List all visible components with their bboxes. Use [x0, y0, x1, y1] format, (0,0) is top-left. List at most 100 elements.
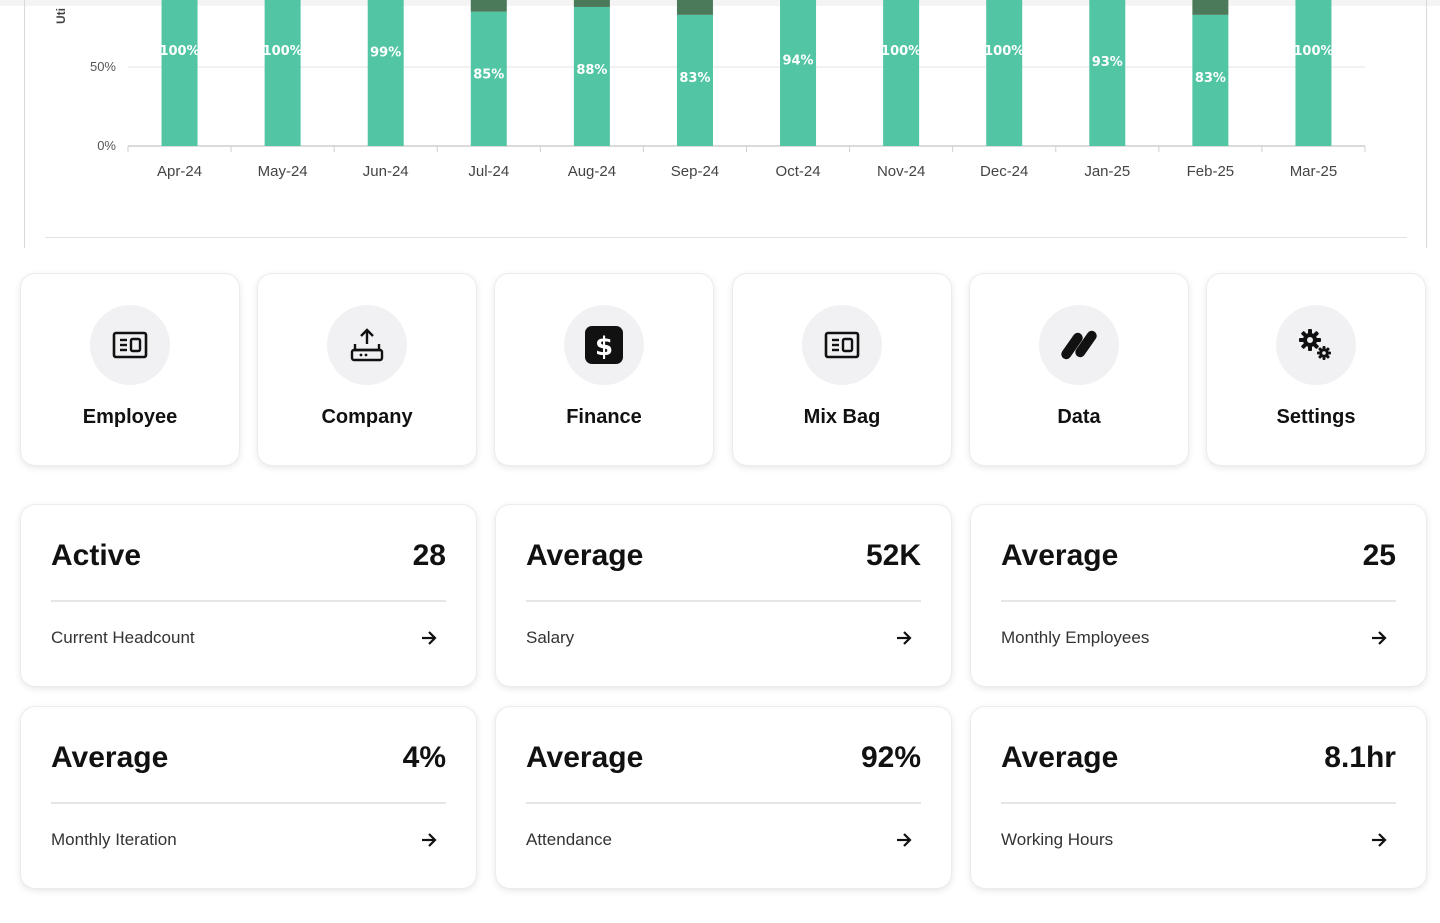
x-tick-label: Jan-25	[1084, 163, 1130, 180]
icon-circle	[802, 305, 882, 385]
arrow-right-icon[interactable]	[1370, 831, 1388, 849]
arrow-right-icon[interactable]	[420, 629, 438, 647]
nav-card-finance[interactable]: $ Finance	[495, 274, 713, 465]
stat-card-monthly-iteration: Average 4% Monthly Iteration	[21, 707, 476, 888]
stat-title: Average	[526, 539, 644, 572]
bar-data-label: 93%	[1092, 55, 1123, 70]
icon-circle	[90, 305, 170, 385]
bar-data-label: 100%	[263, 44, 303, 59]
stat-divider	[526, 600, 921, 602]
bar-data-label: 99%	[370, 46, 401, 61]
bar-segment-primary	[264, 0, 301, 146]
bar-data-label: 88%	[576, 63, 607, 78]
bar-data-label: 83%	[1195, 71, 1226, 86]
x-tick-label: Apr-24	[157, 163, 202, 180]
stat-divider	[1001, 802, 1396, 804]
nav-card-settings[interactable]: Settings	[1207, 274, 1425, 465]
stat-card-salary: Average 52K Salary	[496, 505, 951, 686]
nav-card-company[interactable]: Company	[258, 274, 476, 465]
stat-value: 28	[412, 539, 446, 572]
dollar-square-icon: $	[585, 326, 623, 364]
bar-segment-primary	[883, 0, 920, 146]
arrow-right-icon[interactable]	[420, 831, 438, 849]
nav-label-settings: Settings	[1276, 406, 1356, 428]
bar-segment-primary	[1089, 0, 1126, 147]
x-tick-label: May-24	[258, 163, 308, 180]
x-tick-label: Mar-25	[1290, 163, 1338, 180]
svg-text:$: $	[595, 332, 613, 362]
stat-value: 52K	[865, 539, 921, 572]
nav-label-company: Company	[321, 406, 413, 428]
stat-divider	[51, 802, 446, 804]
stat-divider	[1001, 600, 1396, 602]
arrow-right-icon[interactable]	[1370, 629, 1388, 647]
stat-subtitle: Working Hours	[1001, 830, 1114, 849]
bar-segment-primary	[367, 0, 404, 146]
arrow-right-icon[interactable]	[895, 629, 913, 647]
bar-data-label: 100%	[1293, 44, 1333, 59]
nav-card-mix-bag[interactable]: Mix Bag	[733, 274, 951, 465]
icon-circle	[1276, 305, 1356, 385]
nav-label-mix-bag: Mix Bag	[803, 406, 881, 428]
bar-data-label: 85%	[473, 68, 504, 83]
bar-segment-primary	[986, 0, 1023, 146]
nav-card-employee[interactable]: Employee	[21, 274, 239, 465]
x-tick-label: Dec-24	[980, 163, 1028, 180]
upload-tray-icon	[350, 328, 384, 362]
stat-subtitle: Salary	[526, 628, 575, 647]
nav-label-data: Data	[1057, 406, 1101, 428]
bar-data-label: 100%	[881, 44, 921, 59]
utilization-bar-chart: 0% 50% 100% Apr-24 100% May-24 99% Jun-24 85% Jul…	[90, 0, 1366, 180]
bar-segment-primary	[161, 0, 198, 146]
y-tick-label: 0%	[97, 138, 116, 153]
utilization-chart-panel: Uti 0% 50% 100% Apr-24 100% May-24 99% Jun-24 85…	[0, 0, 1440, 248]
id-card-icon	[112, 331, 148, 359]
stat-card-monthly-employees: Average 25 Monthly Employees	[971, 505, 1426, 686]
dashboard: Uti 0% 50% 100% Apr-24 100% May-24 99% Jun-24 85…	[0, 0, 1440, 923]
gears-icon	[1299, 329, 1331, 360]
stat-subtitle: Monthly Employees	[1001, 628, 1150, 647]
stat-value: 8.1hr	[1324, 741, 1396, 774]
stat-title: Average	[1001, 741, 1119, 774]
icon-circle: $	[564, 305, 644, 385]
bar-segment-secondary	[470, 0, 507, 12]
stat-title: Average	[1001, 539, 1119, 572]
x-tick-label: Jun-24	[363, 163, 409, 180]
nav-card-data[interactable]: Data	[970, 274, 1188, 465]
stat-title: Active	[51, 539, 142, 572]
x-tick-label: Nov-24	[877, 163, 925, 180]
stat-card-headcount: Active 28 Current Headcount	[21, 505, 476, 686]
x-tick-label: Feb-25	[1187, 163, 1235, 180]
icon-circle	[327, 305, 407, 385]
stat-title: Average	[526, 741, 644, 774]
id-card-icon	[824, 331, 860, 359]
pills-icon	[1061, 330, 1097, 360]
stat-divider	[51, 600, 446, 602]
arrow-right-icon[interactable]	[895, 831, 913, 849]
bar-segment-secondary	[676, 0, 713, 15]
stat-card-attendance: Average 92% Attendance	[496, 707, 951, 888]
icon-circle	[1039, 305, 1119, 385]
bar-data-label: 100%	[984, 44, 1024, 59]
bar-data-label: 83%	[679, 71, 710, 86]
stat-title: Average	[51, 741, 169, 774]
bar-segment-primary	[780, 0, 817, 147]
stat-value: 92%	[860, 741, 921, 774]
x-tick-label: Jul-24	[468, 163, 509, 180]
bar-segment-primary	[1295, 0, 1332, 146]
bar-segment-secondary	[1192, 0, 1229, 15]
stat-value: 4%	[402, 741, 446, 774]
nav-label-finance: Finance	[566, 406, 642, 428]
x-tick-label: Sep-24	[671, 163, 719, 180]
bar-data-label: 100%	[159, 44, 199, 59]
nav-label-employee: Employee	[82, 406, 178, 428]
stat-card-working-hours: Average 8.1hr Working Hours	[971, 707, 1426, 888]
stat-subtitle: Monthly Iteration	[51, 830, 177, 849]
stat-divider	[526, 802, 921, 804]
stat-subtitle: Attendance	[526, 830, 613, 849]
y-tick-label: 50%	[90, 59, 116, 74]
stat-value: 25	[1362, 539, 1396, 572]
x-tick-label: Oct-24	[776, 163, 821, 180]
x-tick-label: Aug-24	[568, 163, 616, 180]
stat-subtitle: Current Headcount	[51, 628, 195, 647]
